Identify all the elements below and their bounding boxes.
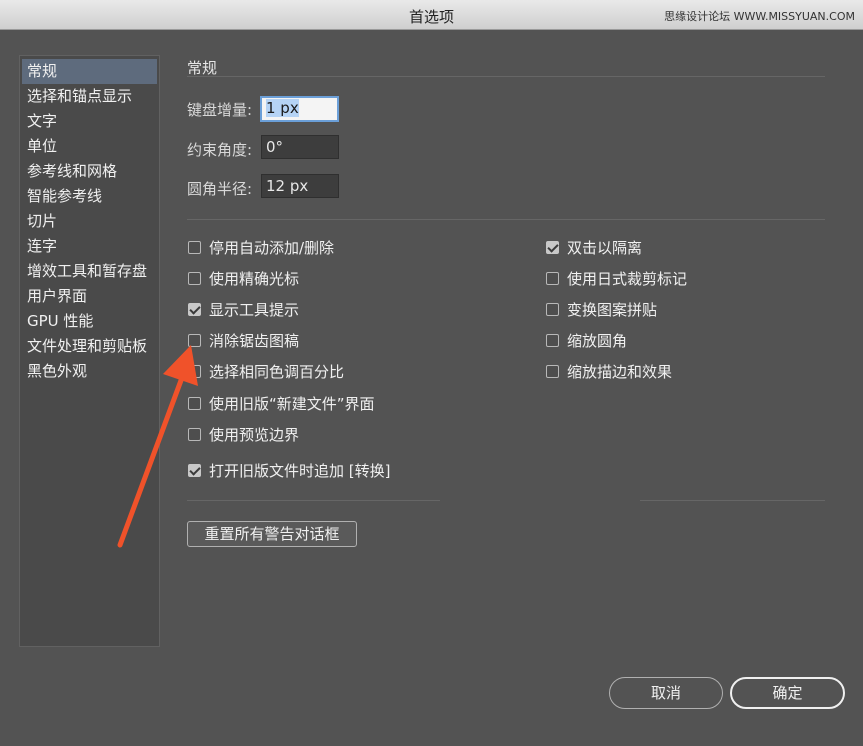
scale-corners-label: 缩放圆角 <box>567 331 628 350</box>
scale-strokes-effects-option[interactable]: 缩放描边和效果 <box>546 361 672 381</box>
append-convert-option[interactable]: 打开旧版文件时追加 [转换] <box>188 460 390 480</box>
sidebar-item-slices[interactable]: 切片 <box>20 209 159 234</box>
scale-strokes-effects-checkbox[interactable] <box>546 364 559 378</box>
sidebar-item-units[interactable]: 单位 <box>20 134 159 159</box>
keyboard-increment-label: 键盘增量: <box>187 101 253 119</box>
preview-bounds-checkbox[interactable] <box>188 427 201 441</box>
sidebar-item-general[interactable]: 常规 <box>22 59 157 84</box>
fields-divider <box>187 219 825 220</box>
keyboard-increment-input[interactable]: 1 px <box>260 96 339 122</box>
precise-cursors-label: 使用精确光标 <box>209 269 300 288</box>
anti-aliased-artwork-option[interactable]: 消除锯齿图稿 <box>188 330 299 350</box>
double-click-isolate-checkbox[interactable] <box>546 240 559 254</box>
sidebar-item-type[interactable]: 文字 <box>20 109 159 134</box>
anti-aliased-artwork-label: 消除锯齿图稿 <box>209 331 300 350</box>
disable-auto-add-delete-option[interactable]: 停用自动添加/删除 <box>188 237 334 257</box>
japanese-crop-marks-label: 使用日式裁剪标记 <box>567 269 688 288</box>
section-title: 常规 <box>187 59 218 77</box>
sidebar-item-guides-grid[interactable]: 参考线和网格 <box>20 159 159 184</box>
same-tint-percentage-checkbox[interactable] <box>188 364 201 378</box>
window-titlebar: 首选项 思缘设计论坛 WWW.MISSYUAN.COM <box>0 0 863 30</box>
append-convert-label: 打开旧版文件时追加 [转换] <box>209 461 391 480</box>
legacy-new-document-label: 使用旧版“新建文件”界面 <box>209 394 375 413</box>
sidebar-item-plugins-scratch[interactable]: 增效工具和暂存盘 <box>20 259 159 284</box>
section-divider <box>187 76 825 77</box>
ok-button[interactable]: 确定 <box>730 677 845 709</box>
precise-cursors-checkbox[interactable] <box>188 271 201 285</box>
japanese-crop-marks-checkbox[interactable] <box>546 271 559 285</box>
precise-cursors-option[interactable]: 使用精确光标 <box>188 268 299 288</box>
transform-pattern-tiles-label: 变换图案拼贴 <box>567 300 658 319</box>
same-tint-percentage-label: 选择相同色调百分比 <box>209 362 345 381</box>
legacy-new-document-option[interactable]: 使用旧版“新建文件”界面 <box>188 393 375 413</box>
preferences-sidebar: 常规 选择和锚点显示 文字 单位 参考线和网格 智能参考线 切片 连字 增效工具… <box>19 55 160 647</box>
sidebar-item-smart-guides[interactable]: 智能参考线 <box>20 184 159 209</box>
same-tint-percentage-option[interactable]: 选择相同色调百分比 <box>188 361 344 381</box>
show-tooltips-option[interactable]: 显示工具提示 <box>188 299 299 319</box>
preview-bounds-option[interactable]: 使用预览边界 <box>188 424 299 444</box>
anti-aliased-artwork-checkbox[interactable] <box>188 333 201 347</box>
scale-corners-checkbox[interactable] <box>546 333 559 347</box>
transform-pattern-tiles-option[interactable]: 变换图案拼贴 <box>546 299 657 319</box>
transform-pattern-tiles-checkbox[interactable] <box>546 302 559 316</box>
sidebar-item-file-clipboard[interactable]: 文件处理和剪贴板 <box>20 334 159 359</box>
reset-warnings-button[interactable]: 重置所有警告对话框 <box>187 521 357 547</box>
disable-auto-add-delete-checkbox[interactable] <box>188 240 201 254</box>
scale-strokes-effects-label: 缩放描边和效果 <box>567 362 673 381</box>
corner-radius-input[interactable]: 12 px <box>261 174 339 198</box>
show-tooltips-label: 显示工具提示 <box>209 300 300 319</box>
double-click-isolate-option[interactable]: 双击以隔离 <box>546 237 642 257</box>
sidebar-item-user-interface[interactable]: 用户界面 <box>20 284 159 309</box>
corner-radius-label: 圆角半径: <box>187 180 253 198</box>
constrain-angle-label: 约束角度: <box>187 141 253 159</box>
sidebar-item-gpu-performance[interactable]: GPU 性能 <box>20 309 159 334</box>
disable-auto-add-delete-label: 停用自动添加/删除 <box>209 238 335 257</box>
sidebar-item-selection-anchor[interactable]: 选择和锚点显示 <box>20 84 159 109</box>
watermark-text: 思缘设计论坛 WWW.MISSYUAN.COM <box>664 10 855 23</box>
constrain-angle-input[interactable]: 0° <box>261 135 339 159</box>
sidebar-item-hyphenation[interactable]: 连字 <box>20 234 159 259</box>
sidebar-item-black-appearance[interactable]: 黑色外观 <box>20 359 159 384</box>
legacy-new-document-checkbox[interactable] <box>188 396 201 410</box>
append-convert-checkbox[interactable] <box>188 463 201 477</box>
reset-divider-right <box>640 500 825 501</box>
scale-corners-option[interactable]: 缩放圆角 <box>546 330 627 350</box>
japanese-crop-marks-option[interactable]: 使用日式裁剪标记 <box>546 268 687 288</box>
reset-divider-left <box>187 500 440 501</box>
double-click-isolate-label: 双击以隔离 <box>567 238 643 257</box>
show-tooltips-checkbox[interactable] <box>188 302 201 316</box>
cancel-button[interactable]: 取消 <box>609 677 723 709</box>
preview-bounds-label: 使用预览边界 <box>209 425 300 444</box>
